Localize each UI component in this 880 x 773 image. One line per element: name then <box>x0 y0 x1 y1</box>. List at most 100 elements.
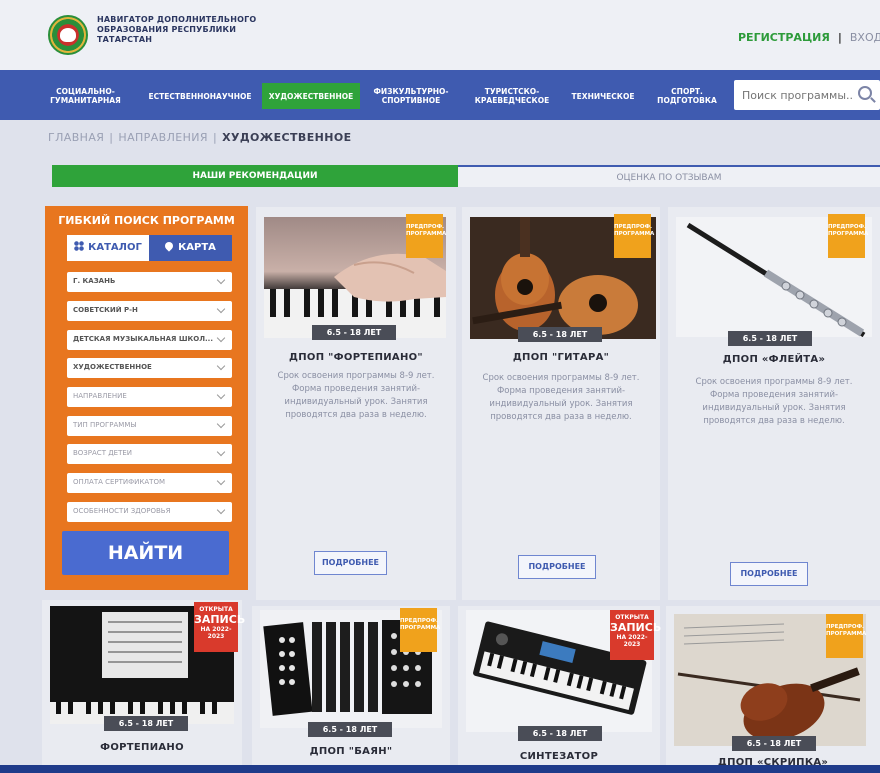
more-button[interactable]: ПОДРОБНЕЕ <box>730 562 808 586</box>
auth-links: РЕГИСТРАЦИЯ | ВХОД <box>738 31 880 44</box>
badge-text: ПРОГРАММА <box>828 231 869 237</box>
breadcrumb: ГЛАВНАЯ | НАПРАВЛЕНИЯ | ХУДОЖЕСТВЕННОЕ <box>48 131 352 144</box>
chevron-down-icon <box>216 304 226 314</box>
map-toggle[interactable]: КАРТА <box>149 235 232 261</box>
more-button[interactable]: ПОДРОБНЕЕ <box>314 551 387 575</box>
breadcrumb-directions[interactable]: НАПРАВЛЕНИЯ <box>118 131 208 144</box>
select-placeholder: ОСОБЕННОСТИ ЗДОРОВЬЯ <box>73 507 171 515</box>
nav-item-sport[interactable]: ФИЗКУЛЬТУРНО- СПОРТИВНОЕ <box>368 83 454 109</box>
age-badge: 6.5 - 18 ЛЕТ <box>728 331 812 346</box>
directions-nav: СОЦИАЛЬНО- ГУМАНИТАРНАЯ ЕСТЕСТВЕННОНАУЧН… <box>0 70 880 120</box>
chevron-down-icon <box>216 419 226 429</box>
map-label: КАРТА <box>178 242 216 253</box>
chevron-down-icon <box>216 505 226 515</box>
card-title[interactable]: ДПОП "ГИТАРА" <box>462 352 660 363</box>
program-search <box>734 80 880 110</box>
organization-select[interactable]: ДЕТСКАЯ МУЗЫКАЛЬНАЯ ШКОЛ... <box>67 330 232 350</box>
preprof-badge: ПРЕДПРОФ. ПРОГРАММА <box>614 214 655 258</box>
certificate-select[interactable]: ОПЛАТА СЕРТИФИКАТОМ <box>67 473 232 493</box>
program-card-piano[interactable]: ПРЕДПРОФ. ПРОГРАММА 6.5 - 18 ЛЕТ ДПОП "ФО… <box>256 207 456 600</box>
more-button[interactable]: ПОДРОБНЕЕ <box>518 555 596 579</box>
badge-text: ПРЕДПРОФ. <box>400 618 439 624</box>
nav-item-technical[interactable]: ТЕХНИЧЕСКОЕ <box>564 83 642 109</box>
program-card-violin[interactable]: ПРЕДПРОФ. ПРОГРАММА 6.5 - 18 ЛЕТ ДПОП «СК… <box>666 606 880 768</box>
nav-item-science[interactable]: ЕСТЕСТВЕННОНАУЧНОЕ <box>144 83 256 109</box>
select-value: СОВЕТСКИЙ Р-Н <box>73 306 138 314</box>
breadcrumb-separator: | <box>109 131 114 144</box>
breadcrumb-home[interactable]: ГЛАВНАЯ <box>48 131 104 144</box>
tatarstan-emblem-icon[interactable] <box>48 15 88 55</box>
filter-panel: ГИБКИЙ ПОИСК ПРОГРАММ КАТАЛОГ КАРТА Г. К… <box>45 206 248 590</box>
site-title[interactable]: НАВИГАТОР ДОПОЛНИТЕЛЬНОГО ОБРАЗОВАНИЯ РЕ… <box>97 15 267 45</box>
register-link[interactable]: РЕГИСТРАЦИЯ <box>738 31 830 44</box>
search-input[interactable] <box>742 87 854 103</box>
filter-title: ГИБКИЙ ПОИСК ПРОГРАММ <box>58 214 235 227</box>
program-card-piano-open[interactable]: ОТКРЫТА ЗАПИСЬ НА 2022-2023 6.5 - 18 ЛЕТ Ф… <box>42 600 245 765</box>
chevron-down-icon <box>216 476 226 486</box>
catalog-label: КАТАЛОГ <box>88 242 142 253</box>
preprof-badge: ПРЕДПРОФ. ПРОГРАММА <box>406 214 447 258</box>
card-title[interactable]: ДПОП "БАЯН" <box>252 746 450 757</box>
program-card-synthesizer[interactable]: ОТКРЫТА ЗАПИСЬ НА 2022-2023 6.5 - 18 ЛЕТ С… <box>458 606 662 765</box>
nav-item-art[interactable]: ХУДОЖЕСТВЕННОЕ <box>262 83 360 109</box>
nav-item-label: СПОРТ. ПОДГОТОВКА <box>657 87 717 105</box>
health-select[interactable]: ОСОБЕННОСТИ ЗДОРОВЬЯ <box>67 502 232 522</box>
nav-item-label: ХУДОЖЕСТВЕННОЕ <box>268 91 354 101</box>
chevron-down-icon <box>216 275 226 285</box>
city-select[interactable]: Г. КАЗАНЬ <box>67 272 232 292</box>
badge-text: ПРОГРАММА <box>406 231 447 237</box>
preprof-badge: ПРЕДПРОФ. ПРОГРАММА <box>826 614 867 658</box>
login-link[interactable]: ВХОД <box>850 31 880 44</box>
chevron-down-icon <box>216 390 226 400</box>
badge-text: ПРЕДПРОФ. <box>826 624 865 630</box>
grid-icon <box>74 241 85 251</box>
map-pin-icon <box>163 240 175 252</box>
catalog-toggle[interactable]: КАТАЛОГ <box>67 235 149 261</box>
badge-text: ПРЕДПРОФ. <box>828 224 867 230</box>
badge-text: ПРОГРАММА <box>400 625 441 631</box>
site-title-line: ТАТАРСТАН <box>97 35 153 44</box>
card-title[interactable]: ФОРТЕПИАНО <box>42 742 242 753</box>
breadcrumb-current: ХУДОЖЕСТВЕННОЕ <box>222 131 352 144</box>
badge-text: ПРОГРАММА <box>826 631 867 637</box>
select-placeholder: НАПРАВЛЕНИЕ <box>73 392 127 400</box>
nav-item-label: СОЦИАЛЬНО- ГУМАНИТАРНАЯ <box>50 87 121 105</box>
select-value: ДЕТСКАЯ МУЗЫКАЛЬНАЯ ШКОЛ... <box>73 335 213 343</box>
tab-recommendations[interactable]: НАШИ РЕКОМЕНДАЦИИ <box>52 165 458 187</box>
program-card-guitar[interactable]: ПРЕДПРОФ. ПРОГРАММА 6.5 - 18 ЛЕТ ДПОП "ГИ… <box>462 207 660 600</box>
search-icon[interactable] <box>858 86 872 100</box>
nav-item-tourism[interactable]: ТУРИСТСКО- КРАЕВЕДЧЕСКОЕ <box>466 83 558 109</box>
find-button[interactable]: НАЙТИ <box>62 531 229 575</box>
nav-item-label: ТУРИСТСКО- КРАЕВЕДЧЕСКОЕ <box>474 87 550 105</box>
badge-text: ПРОГРАММА <box>614 231 655 237</box>
district-select[interactable]: СОВЕТСКИЙ Р-Н <box>67 301 232 321</box>
open-enrollment-badge: ОТКРЫТА ЗАПИСЬ НА 2022-2023 <box>194 602 245 652</box>
program-card-bayan[interactable]: ПРЕДПРОФ. ПРОГРАММА 6.5 - 18 ЛЕТ ДПОП "БА… <box>252 606 450 765</box>
card-title[interactable]: ДПОП "ФОРТЕПИАНО" <box>256 352 456 363</box>
tab-reviews[interactable]: ОЦЕНКА ПО ОТЗЫВАМ <box>458 165 880 187</box>
badge-text: ЗАПИСЬ <box>610 621 662 634</box>
program-card-flute[interactable]: ПРЕДПРОФ. ПРОГРАММА 6.5 - 18 ЛЕТ ДПОП «ФЛ… <box>668 207 880 600</box>
preprof-badge: ПРЕДПРОФ. ПРОГРАММА <box>400 608 441 652</box>
select-value: ХУДОЖЕСТВЕННОЕ <box>73 363 152 371</box>
nav-item-label: ФИЗКУЛЬТУРНО- СПОРТИВНОЕ <box>373 87 449 105</box>
age-badge: 6.5 - 18 ЛЕТ <box>732 736 816 751</box>
preprof-badge: ПРЕДПРОФ. ПРОГРАММА <box>828 214 869 258</box>
age-select[interactable]: ВОЗРАСТ ДЕТЕЙ <box>67 444 232 464</box>
select-value: Г. КАЗАНЬ <box>73 277 116 285</box>
age-badge: 6.5 - 18 ЛЕТ <box>104 716 188 731</box>
nav-item-social[interactable]: СОЦИАЛЬНО- ГУМАНИТАРНАЯ <box>48 83 123 109</box>
taskbar-strip <box>0 765 880 773</box>
card-title[interactable]: СИНТЕЗАТОР <box>458 751 660 762</box>
select-placeholder: ОПЛАТА СЕРТИФИКАТОМ <box>73 478 166 486</box>
age-badge: 6.5 - 18 ЛЕТ <box>312 325 396 340</box>
select-placeholder: ТИП ПРОГРАММЫ <box>73 421 137 429</box>
badge-text: НА 2022-2023 <box>616 634 648 648</box>
badge-text: НА 2022-2023 <box>200 626 232 640</box>
nav-item-sport-training[interactable]: СПОРТ. ПОДГОТОВКА <box>650 83 724 109</box>
age-badge: 6.5 - 18 ЛЕТ <box>518 327 602 342</box>
program-type-select[interactable]: ТИП ПРОГРАММЫ <box>67 416 232 436</box>
focus-select[interactable]: ХУДОЖЕСТВЕННОЕ <box>67 358 232 378</box>
card-title[interactable]: ДПОП «ФЛЕЙТА» <box>668 354 880 365</box>
direction-select[interactable]: НАПРАВЛЕНИЕ <box>67 387 232 407</box>
